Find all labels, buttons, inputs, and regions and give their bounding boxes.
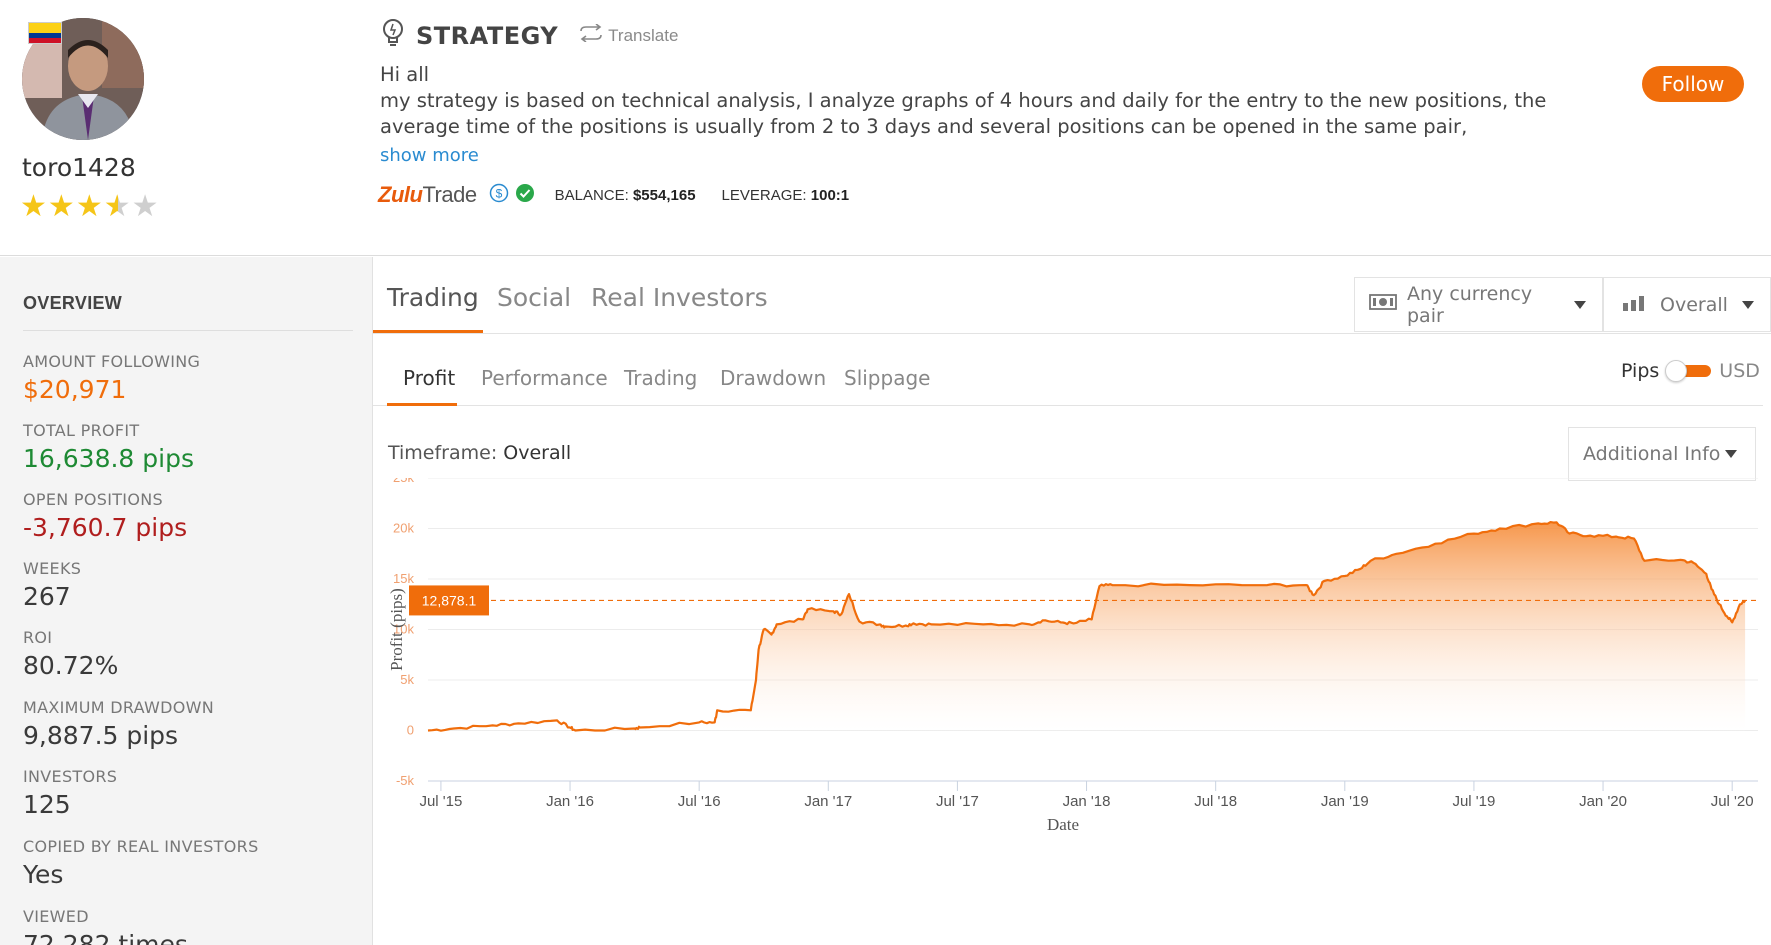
x-tick-label: Jul '15 [419,793,462,810]
overview-title: OVERVIEW [23,293,123,313]
x-tick-label: Jul '17 [936,793,979,810]
money-icon [1369,293,1397,316]
stat-max-drawdown: MAXIMUM DRAWDOWN 9,887.5 pips [23,698,215,750]
timeframe-label: Timeframe: [388,442,498,464]
y-tick-label: -5k [396,773,415,788]
y-tick-label: 15k [393,571,414,586]
y-tick-label: 25k [393,478,414,485]
divider [373,405,1763,406]
tab-social[interactable]: Social [497,283,571,312]
toggle-switch[interactable] [1665,360,1712,382]
chevron-down-icon [1725,450,1737,458]
rating-stars: ★★★★★ [20,192,160,222]
star-empty-icon: ★ [131,190,160,223]
y-axis-title: Profit (pips) [387,588,406,671]
colombia-flag-icon [28,22,62,44]
x-axis-title: Date [1047,815,1079,834]
timeframe-readout: Timeframe: Overall [388,442,571,464]
timeframe-value: Overall [503,442,572,464]
active-tab-indicator [373,330,483,333]
subtab-trading[interactable]: Trading [624,366,697,390]
follow-button[interactable]: Follow [1642,66,1744,102]
stat-weeks: WEEKS 267 [23,559,82,611]
toggle-label-usd: USD [1719,360,1760,382]
overview-sidebar: OVERVIEW AMOUNT FOLLOWING $20,971 TOTAL … [0,257,373,945]
stat-total-profit: TOTAL PROFIT 16,638.8 pips [23,421,194,473]
broker-info: ZuluTrade $ BALANCE: $554,165 LEVERAGE: … [378,182,849,208]
x-tick-label: Jul '16 [678,793,721,810]
translate-icon [578,23,604,47]
strategy-body: my strategy is based on technical analys… [380,89,1547,138]
profile-header: toro1428 ★★★★★ STRATEGY Translate Hi all [0,0,1771,256]
tab-trading[interactable]: Trading [387,283,479,312]
chevron-down-icon [1742,300,1754,309]
y-tick-label: 0 [407,723,414,738]
profit-area [428,522,1746,731]
leverage-value: 100:1 [810,186,850,204]
translate-button[interactable]: Translate [578,23,679,47]
balance-value: $554,165 [632,186,696,204]
pips-usd-toggle[interactable]: Pips USD [1621,360,1760,382]
svg-text:$: $ [495,187,502,201]
zulutrade-logo: ZuluTrade [378,182,477,207]
strategy-greeting: Hi all [380,63,430,86]
star-icon: ★ [75,190,104,223]
chevron-down-icon [1574,300,1586,309]
verified-icon [515,183,535,207]
currency-pair-dropdown[interactable]: Any currency pair [1354,277,1603,332]
x-tick-label: Jul '19 [1452,793,1495,810]
x-tick-label: Jul '18 [1194,793,1237,810]
subtab-performance[interactable]: Performance [481,366,608,390]
x-tick-label: Jan '19 [1321,793,1369,810]
star-half-icon: ★ [103,190,132,223]
x-tick-label: Jul '20 [1711,793,1754,810]
lightbulb-icon [380,18,406,53]
balance-label: BALANCE: [554,186,629,204]
x-tick-label: Jan '17 [804,793,852,810]
strategy-title: STRATEGY [416,21,559,50]
strategy-description: Hi all my strategy is based on technical… [380,62,1605,140]
stat-copied-by-real: COPIED BY REAL INVESTORS Yes [23,837,259,889]
subtab-profit[interactable]: Profit [403,366,455,390]
bar-chart-icon [1622,294,1646,316]
leverage-label: LEVERAGE: [721,186,807,204]
subtab-slippage[interactable]: Slippage [844,366,930,390]
tab-real-investors[interactable]: Real Investors [591,283,768,312]
profit-chart: -5k05k10k15k20k25kJul '15Jan '16Jul '16J… [373,478,1771,945]
period-value: Overall [1660,293,1728,316]
strategy-heading: STRATEGY Translate [380,18,678,53]
stat-viewed: VIEWED 72,282 times [23,907,188,945]
stat-roi: ROI 80.72% [23,628,119,680]
toggle-label-pips: Pips [1621,360,1660,382]
additional-info-dropdown[interactable]: Additional Info [1568,427,1756,481]
x-tick-label: Jan '20 [1579,793,1627,810]
period-dropdown[interactable]: Overall [1603,277,1771,332]
stat-investors: INVESTORS 125 [23,767,118,819]
profit-chart-svg[interactable]: -5k05k10k15k20k25kJul '15Jan '16Jul '16J… [373,478,1771,945]
subtab-drawdown[interactable]: Drawdown [720,366,826,390]
stat-amount-following: AMOUNT FOLLOWING $20,971 [23,352,201,404]
active-subtab-indicator [387,403,457,406]
username: toro1428 [22,153,136,182]
y-tick-label: 20k [393,521,414,536]
translate-label: Translate [608,25,679,45]
y-tick-label: 5k [400,672,414,687]
dollar-badge-icon: $ [489,183,509,207]
currency-pair-value: Any currency pair [1407,282,1533,327]
additional-info-label: Additional Info [1583,443,1721,465]
chart-sub-tabs: Profit Performance Trading Drawdown Slip… [373,334,1771,406]
divider [23,330,353,331]
stat-open-positions: OPEN POSITIONS -3,760.7 pips [23,490,188,542]
show-more-link[interactable]: show more [380,145,479,166]
star-icon: ★ [20,190,48,223]
x-tick-label: Jan '18 [1063,793,1111,810]
x-tick-label: Jan '16 [546,793,594,810]
star-icon: ★ [47,190,76,223]
current-value-label: 12,878.1 [422,592,477,608]
